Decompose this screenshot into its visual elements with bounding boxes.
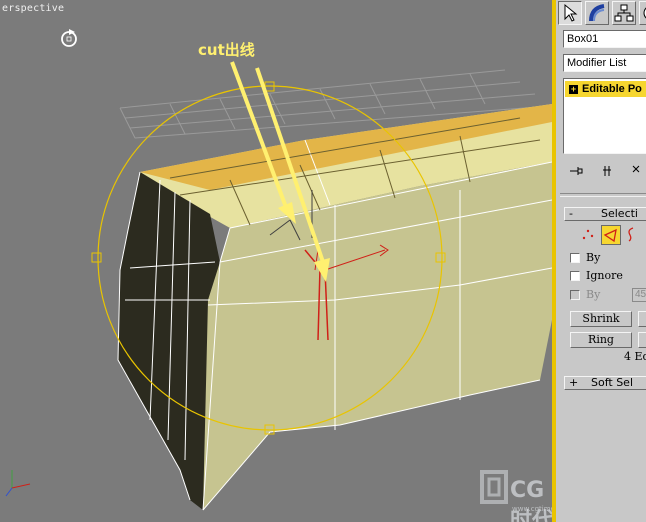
viewport-scene[interactable]: [0, 0, 556, 522]
pointer-icon: [564, 3, 578, 22]
soft-selection-rollout-header[interactable]: + Soft Sel: [564, 376, 646, 390]
ignore-backfacing-checkbox[interactable]: [570, 271, 580, 281]
selection-rollout-header[interactable]: - Selecti: [564, 207, 646, 221]
loop-button[interactable]: [638, 332, 646, 348]
command-panel: Box01 Modifier List + Editable Po - Select…: [556, 0, 646, 522]
viewport-label[interactable]: erspective: [2, 3, 64, 14]
shrink-button[interactable]: Shrink: [570, 311, 632, 327]
edge-mode-icon: [603, 228, 617, 243]
annotation-label: cut出线: [198, 41, 255, 59]
stack-item-editable-poly[interactable]: + Editable Po: [565, 81, 646, 97]
world-axis-tripod: [5, 470, 31, 497]
expand-plus-icon[interactable]: +: [569, 85, 578, 94]
hierarchy-tab[interactable]: [612, 1, 636, 25]
vertex-mode-icon[interactable]: [580, 226, 596, 242]
border-mode-icon[interactable]: [624, 226, 640, 242]
orbit-icon[interactable]: [58, 28, 80, 50]
rollout-collapse-sign: -: [569, 207, 573, 220]
show-end-result-icon[interactable]: [600, 163, 616, 179]
by-angle-label: By: [586, 288, 601, 301]
circle-icon: [643, 7, 646, 19]
hierarchy-icon: [614, 4, 634, 22]
rollout-expand-sign: +: [569, 376, 579, 389]
by-angle-checkbox[interactable]: [570, 290, 580, 300]
by-vertex-checkbox[interactable]: [570, 253, 580, 263]
watermark-url: www.cgtime.com.cn: [512, 505, 556, 513]
motion-tab[interactable]: [639, 1, 646, 25]
ignore-backfacing-label: Ignore: [586, 269, 623, 282]
modifier-list-dropdown[interactable]: Modifier List: [563, 54, 646, 72]
edge-mode-button[interactable]: [601, 225, 621, 245]
object-name-field[interactable]: Box01: [563, 30, 646, 48]
stack-item-label: Editable Po: [582, 83, 642, 95]
by-vertex-label: By: [586, 251, 601, 264]
rollout-title: Soft Sel: [591, 376, 634, 389]
selection-count-text: 4 Ed: [624, 350, 646, 363]
ring-button[interactable]: Ring: [570, 332, 632, 348]
rollout-title: Selecti: [601, 207, 638, 220]
grow-button[interactable]: [638, 311, 646, 327]
watermark-text: CG时代: [510, 478, 555, 522]
create-tab[interactable]: [558, 1, 582, 25]
perspective-viewport[interactable]: erspective cut出线 CG时代 www.cgtime.com.cn: [0, 0, 556, 522]
pin-stack-icon[interactable]: [568, 163, 584, 179]
panel-separator: [560, 193, 646, 197]
modifier-stack[interactable]: + Editable Po: [563, 78, 646, 154]
bend-icon: [589, 4, 605, 22]
angle-spinner[interactable]: 45: [632, 288, 646, 302]
modify-tab[interactable]: [585, 1, 609, 25]
make-unique-icon[interactable]: [630, 163, 646, 179]
